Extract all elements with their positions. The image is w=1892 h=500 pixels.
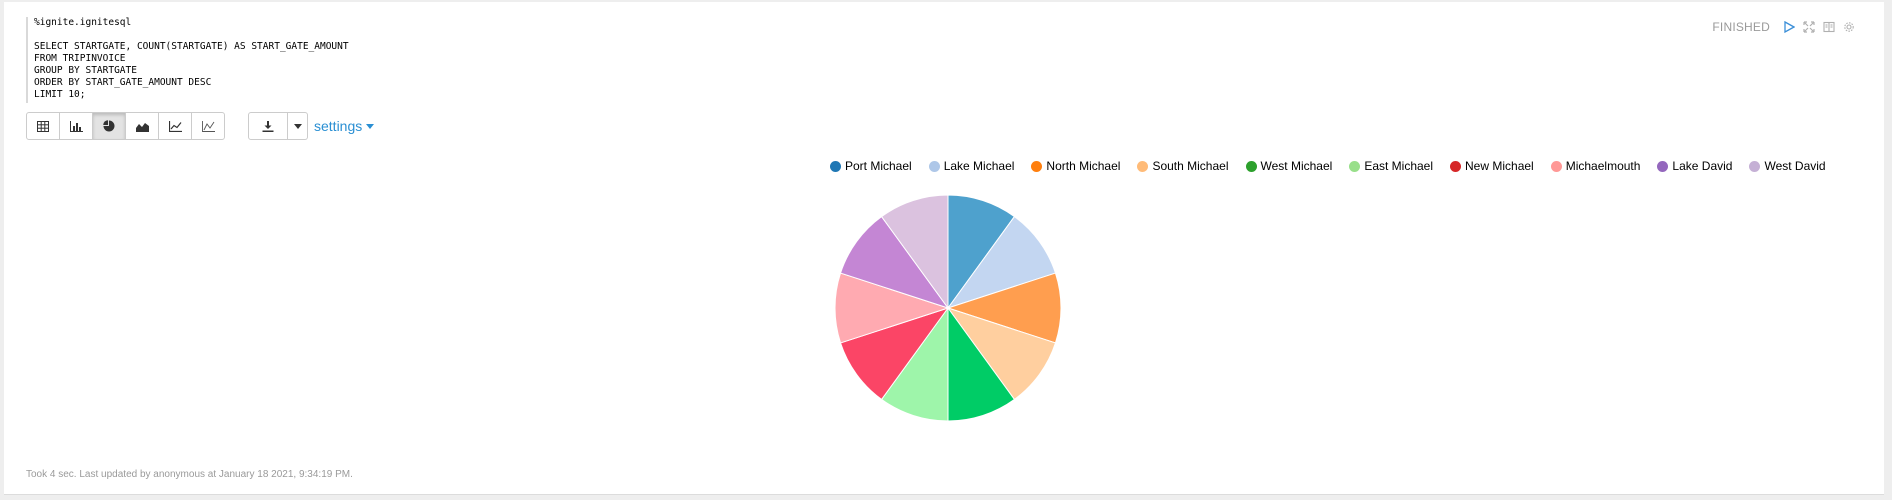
caret-down-icon [366,124,375,129]
legend-swatch [1749,160,1761,172]
chart-legend: Port Michael Lake Michael North Michael Sou… [830,158,1826,174]
legend-swatch [1450,160,1462,172]
settings-toggle[interactable]: settings [314,118,375,134]
download-group [248,112,308,140]
pie-chart [830,190,1066,426]
legend-item[interactable]: South Michael [1137,159,1229,173]
legend-item[interactable]: Lake Michael [928,159,1015,173]
paragraph-controls: FINISHED [1712,18,1856,36]
legend-label: Michaelmouth [1565,159,1641,173]
legend-item[interactable]: West Michael [1245,159,1333,173]
legend-label: Lake David [1672,159,1733,173]
caret-down-icon [293,123,302,129]
legend-item[interactable]: Port Michael [830,159,912,173]
bar-chart-button[interactable] [59,112,93,140]
legend-label: South Michael [1152,159,1229,173]
area-chart-icon [135,122,149,132]
play-icon[interactable] [1782,20,1796,34]
area-chart-button[interactable] [125,112,159,140]
expand-icon[interactable] [1802,20,1816,34]
download-dropdown-button[interactable] [288,112,308,140]
legend-swatch [1137,160,1149,172]
legend-swatch [1657,160,1669,172]
pie-chart-button[interactable] [92,112,126,140]
gear-icon[interactable] [1842,20,1856,34]
legend-item[interactable]: North Michael [1031,159,1120,173]
legend-swatch [1031,160,1043,172]
line-chart-icon [168,120,182,132]
legend-item[interactable]: Lake David [1657,159,1732,173]
visualization-toolbar [26,112,225,140]
scatter-chart-button[interactable] [191,112,225,140]
notebook-paragraph: %ignite.ignitesql SELECT STARTGATE, COUN… [4,2,1884,495]
download-icon [262,120,274,132]
legend-swatch [1245,160,1257,172]
legend-swatch [928,160,940,172]
legend-swatch [830,160,841,172]
table-icon [37,120,49,132]
status-text: FINISHED [1712,20,1770,34]
legend-item[interactable]: Michaelmouth [1550,159,1641,173]
paragraph-footer: Took 4 sec. Last updated by anonymous at… [26,469,353,480]
legend-label: West Michael [1260,159,1333,173]
legend-label: New Michael [1465,159,1534,173]
legend-label: Lake Michael [943,159,1015,173]
code-line: %ignite.ignitesql [34,17,132,28]
legend-label: East Michael [1364,159,1434,173]
pie-chart-svg [834,194,1062,422]
code-line: LIMIT 10; [34,89,86,100]
book-icon[interactable] [1822,20,1836,34]
legend-label: Port Michael [845,159,912,173]
legend-item[interactable]: West David [1749,159,1826,173]
code-line: GROUP BY STARTGATE [34,65,137,76]
legend-swatch [1550,160,1562,172]
pie-chart-icon [103,120,115,132]
code-line: ORDER BY START_GATE_AMOUNT DESC [34,77,212,88]
code-editor[interactable]: %ignite.ignitesql SELECT STARTGATE, COUN… [26,17,386,103]
download-button[interactable] [248,112,288,140]
legend-swatch [1349,160,1361,172]
code-line: SELECT STARTGATE, COUNT(STARTGATE) AS ST… [34,41,349,52]
bar-chart-icon [69,120,83,132]
code-line: FROM TRIPINVOICE [34,53,126,64]
legend-item[interactable]: East Michael [1349,159,1433,173]
scatter-chart-icon [201,120,215,132]
legend-label: West David [1764,159,1826,173]
legend-item[interactable]: New Michael [1450,159,1534,173]
line-chart-button[interactable] [158,112,192,140]
table-view-button[interactable] [26,112,60,140]
legend-label: North Michael [1046,159,1121,173]
settings-label: settings [314,118,363,134]
